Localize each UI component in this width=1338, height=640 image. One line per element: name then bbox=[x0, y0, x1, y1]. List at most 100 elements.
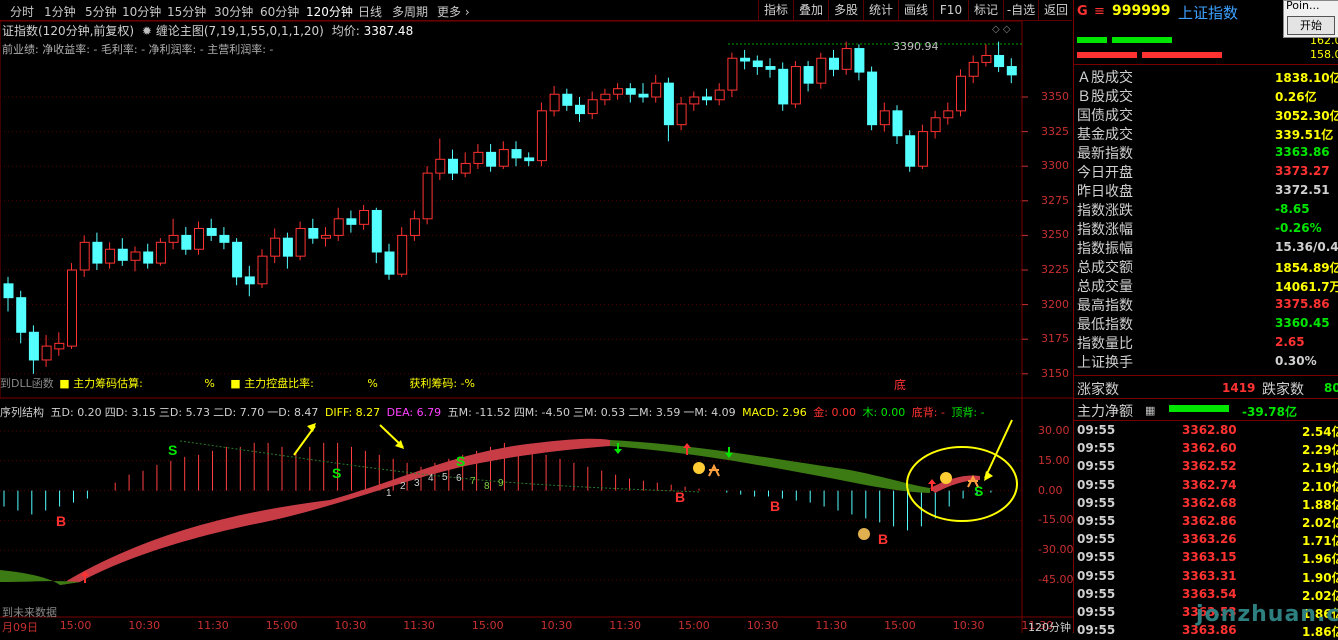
candle-body bbox=[460, 162, 471, 174]
quote-row-value: 3375.86 bbox=[1275, 297, 1330, 311]
candle-body bbox=[295, 227, 306, 257]
dea-value: 6.79 bbox=[416, 406, 442, 419]
candle-body bbox=[232, 241, 243, 278]
candle-body bbox=[867, 71, 878, 126]
quote-row-label: 今日开盘 bbox=[1077, 165, 1133, 181]
quote-row-label: 总成交量 bbox=[1077, 279, 1133, 295]
price-tick-label: 3200 bbox=[1041, 297, 1069, 311]
osc-m-value: 3.59 bbox=[655, 406, 681, 419]
osc-tick-label: -30.00 bbox=[1038, 543, 1074, 557]
tick-time: 09:55 bbox=[1077, 586, 1116, 601]
tick-time: 09:55 bbox=[1077, 623, 1116, 638]
rise-value: 1419 bbox=[1222, 381, 1256, 395]
small-value-2: 158.0 bbox=[1310, 48, 1338, 61]
osc-m-label: 四M: bbox=[513, 406, 539, 419]
quote-row-label: 上证换手 bbox=[1077, 355, 1133, 371]
tick-time: 09:55 bbox=[1077, 441, 1116, 456]
sequence-number: 1 bbox=[386, 488, 392, 499]
main-chip-text: 主力筹码估算: bbox=[73, 377, 143, 390]
highlight-circle bbox=[906, 446, 1018, 522]
future-data-note: 到未来数据 bbox=[2, 606, 57, 619]
candle-body bbox=[841, 48, 852, 70]
tick-price: 3362.68 bbox=[1182, 495, 1237, 510]
osc-d-value: 0.20 bbox=[77, 406, 102, 419]
candle-body bbox=[575, 104, 585, 115]
time-label: 10:30 bbox=[746, 619, 779, 632]
candle-body bbox=[155, 241, 166, 264]
candle-body bbox=[333, 218, 344, 236]
top-div-text: 顶背: bbox=[951, 406, 978, 419]
tick-time: 09:55 bbox=[1077, 532, 1116, 547]
osc-d-item: 一D: 8.47 bbox=[267, 406, 318, 419]
osc-m-value: 0.53 bbox=[600, 406, 626, 419]
candle-body bbox=[892, 110, 903, 137]
osc-name[interactable]: 序列结构 bbox=[0, 406, 44, 419]
candle-body bbox=[359, 209, 370, 225]
osc-tick-label: -45.00 bbox=[1038, 573, 1074, 586]
quote-row-label: 总成交额 bbox=[1077, 260, 1133, 276]
menu-icon[interactable]: ≡ bbox=[1094, 4, 1105, 19]
top-div-value: - bbox=[980, 406, 985, 419]
candle-body bbox=[651, 82, 662, 98]
candle-body bbox=[397, 234, 408, 275]
sequence-number: 9 bbox=[498, 478, 504, 489]
flag-g: G bbox=[1077, 4, 1088, 19]
candle-body bbox=[790, 66, 801, 105]
candle-body bbox=[206, 227, 217, 236]
tick-price: 3363.26 bbox=[1182, 532, 1237, 547]
candle-body bbox=[486, 151, 497, 167]
quote-row-value: 3372.51 bbox=[1275, 183, 1330, 197]
osc-m-value: -11.52 bbox=[475, 406, 511, 419]
fall-value: 807 bbox=[1324, 381, 1338, 395]
quote-row-label: 指数量比 bbox=[1077, 336, 1133, 352]
sell-signal: S bbox=[456, 453, 465, 469]
quote-row-value: 1854.89亿 bbox=[1275, 261, 1338, 275]
osc-m-item: 五M: -11.52 bbox=[448, 406, 511, 419]
osc-tick-label: 30.00 bbox=[1038, 424, 1070, 437]
gold-text: 金: bbox=[813, 406, 828, 419]
buy-signal: B bbox=[56, 513, 66, 529]
start-button[interactable]: 开始 bbox=[1287, 16, 1335, 35]
candle-body bbox=[511, 149, 522, 159]
candle-body bbox=[1006, 66, 1017, 76]
candle-body bbox=[448, 158, 458, 174]
control-ratio-label: ■ 主力控盘比率: bbox=[230, 377, 314, 390]
osc-m-label: 一M: bbox=[683, 406, 708, 419]
green-band bbox=[0, 570, 80, 585]
candle-body bbox=[854, 48, 865, 73]
fall-text: 跌家数 bbox=[1262, 382, 1304, 398]
candle-body bbox=[435, 158, 446, 174]
candle-body bbox=[663, 82, 674, 126]
candle-body bbox=[956, 75, 966, 112]
osc-d-item: 二D: 7.70 bbox=[213, 406, 264, 419]
candle-body bbox=[816, 57, 827, 84]
quote-row-label: 国债成交 bbox=[1077, 108, 1133, 124]
osc-d-value: 3.15 bbox=[131, 406, 156, 419]
diff-text: DIFF: bbox=[324, 406, 353, 419]
runner-icon bbox=[708, 463, 720, 477]
candle-body bbox=[968, 61, 979, 77]
price-tick-label: 3150 bbox=[1041, 366, 1069, 380]
tick-volume: 2.10亿 bbox=[1302, 479, 1338, 494]
tick-price: 3362.86 bbox=[1182, 514, 1237, 528]
divider bbox=[1074, 398, 1338, 399]
quote-row-value: 0.30% bbox=[1275, 354, 1317, 368]
candle-body bbox=[28, 331, 39, 361]
quote-row-label: 基金成交 bbox=[1077, 127, 1133, 143]
money-bag-icon bbox=[858, 528, 870, 540]
candle-body bbox=[54, 342, 65, 350]
quote-row-value: 0.26亿 bbox=[1275, 90, 1317, 104]
quote-row-label: Ａ股成交 bbox=[1077, 70, 1133, 86]
candle-body bbox=[689, 96, 700, 105]
candle-body bbox=[562, 93, 573, 106]
candle-body bbox=[917, 131, 928, 167]
quote-row-label: 指数振幅 bbox=[1077, 241, 1133, 257]
candle-body bbox=[803, 66, 814, 84]
tick-volume: 1.90亿 bbox=[1302, 570, 1338, 585]
candle-body bbox=[714, 89, 725, 101]
grid-icon[interactable]: ▦ bbox=[1145, 404, 1155, 417]
candle-body bbox=[676, 103, 687, 126]
osc-m-value: -4.50 bbox=[541, 406, 570, 419]
quote-row-label: 昨日收盘 bbox=[1077, 184, 1133, 200]
bid-bar-2 bbox=[1112, 37, 1172, 43]
